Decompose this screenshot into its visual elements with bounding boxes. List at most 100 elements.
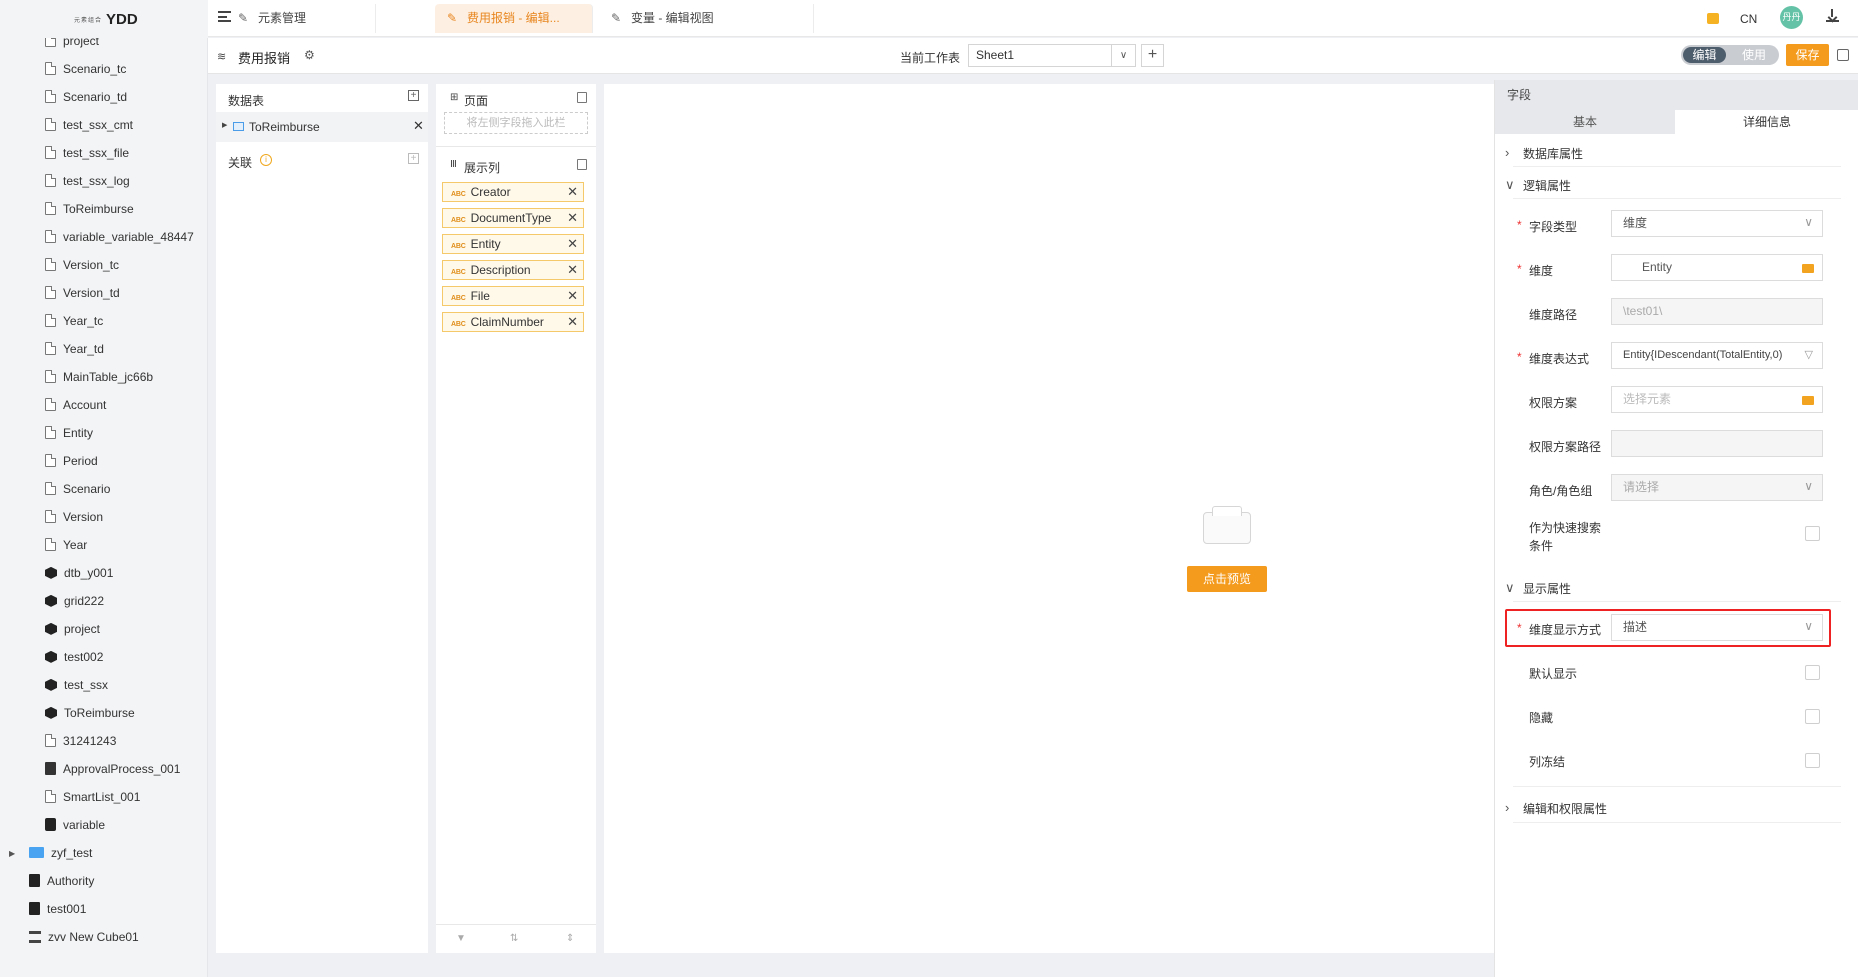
close-icon[interactable]: ✕ [567, 183, 578, 201]
folder-icon[interactable] [1802, 396, 1814, 405]
close-icon[interactable]: ✕ [567, 261, 578, 279]
close-icon[interactable]: ✕ [567, 287, 578, 305]
permission-path-input[interactable] [1611, 430, 1823, 457]
chevron-down-icon[interactable]: ∨ [1111, 45, 1135, 66]
page-settings-icon[interactable] [577, 92, 587, 103]
freeze-column-checkbox[interactable] [1805, 753, 1820, 768]
tree-item[interactable]: 31241243 [45, 728, 116, 754]
bag-icon[interactable] [1707, 13, 1719, 24]
tree-item[interactable]: Period [45, 448, 98, 474]
tree-item[interactable]: project [45, 616, 100, 642]
tree-item[interactable]: dtb_y001 [45, 560, 113, 586]
close-icon[interactable]: ✕ [567, 313, 578, 331]
file-icon [45, 90, 56, 104]
tree-item[interactable]: test001 [29, 896, 86, 922]
tree-item[interactable]: test_ssx [45, 672, 108, 698]
tree-item[interactable]: Scenario_tc [45, 56, 126, 82]
close-icon[interactable]: ✕ [567, 209, 578, 227]
role-select[interactable]: 请选择 ∨ [1611, 474, 1823, 501]
tab-basic[interactable]: 基本 [1495, 110, 1675, 134]
add-relation-icon[interactable]: + [408, 153, 419, 164]
caret-right-icon[interactable]: ▶ [222, 121, 227, 129]
clipboard-icon[interactable] [1837, 49, 1849, 61]
preview-button[interactable]: 点击预览 [1187, 566, 1267, 592]
tree-item[interactable]: zyf_test [29, 840, 92, 866]
tree-item[interactable]: test_ssx_log [45, 168, 130, 194]
sheet-select[interactable]: Sheet1 ∨ [968, 44, 1136, 67]
tree-item-label: test_ssx_file [63, 146, 130, 160]
tree-item[interactable]: Year_tc [45, 308, 103, 334]
save-button[interactable]: 保存 [1786, 44, 1829, 66]
tree-item[interactable]: ToReimburse [45, 700, 135, 726]
field-type-select[interactable]: 维度 ∨ [1611, 210, 1823, 237]
filter-icon[interactable]: ▼ [456, 933, 466, 944]
quick-search-checkbox[interactable] [1805, 526, 1820, 541]
tree-item[interactable]: Version_td [45, 280, 120, 306]
divider [1513, 166, 1841, 167]
tab-element-management[interactable]: ✎ 元素管理 [226, 4, 376, 33]
column-pill[interactable]: ABC Description ✕ [442, 260, 584, 280]
tree-item[interactable]: variable [45, 812, 105, 838]
tree-item[interactable]: Account [45, 392, 106, 418]
mode-edit[interactable]: 编辑 [1683, 47, 1726, 63]
columns-settings-icon[interactable] [577, 159, 587, 170]
tree-item[interactable]: Authority [29, 868, 94, 894]
mode-toggle[interactable]: 编辑 使用 [1681, 45, 1779, 65]
column-pill[interactable]: ABC ClaimNumber ✕ [442, 312, 584, 332]
tree-item[interactable]: Year_td [45, 336, 104, 362]
caret-right-icon[interactable]: ▶ [9, 849, 15, 858]
default-show-checkbox[interactable] [1805, 665, 1820, 680]
chevron-down-icon: ∨ [1505, 580, 1515, 595]
section-display-properties[interactable]: ∨ 显示属性 [1505, 580, 1571, 597]
tree-item[interactable]: test002 [45, 644, 103, 670]
dimension-input[interactable]: Entity [1611, 254, 1823, 281]
move-icon[interactable]: ⇕ [566, 933, 574, 944]
tree-item[interactable]: grid222 [45, 588, 104, 614]
permission-scheme-input[interactable]: 选择元素 [1611, 386, 1823, 413]
table-row[interactable]: ▶ ToReimburse ✕ [216, 112, 428, 142]
tab-variable-edit-view[interactable]: ✎ 变量 - 编辑视图 [599, 4, 814, 33]
section-edit-permission[interactable]: › 编辑和权限属性 [1505, 800, 1607, 817]
tree-item[interactable]: Scenario [45, 476, 110, 502]
tree-item[interactable]: Version_tc [45, 252, 119, 278]
section-logic-properties[interactable]: ∨ 逻辑属性 [1505, 177, 1571, 194]
hide-checkbox[interactable] [1805, 709, 1820, 724]
close-icon[interactable]: ✕ [567, 235, 578, 253]
tree-item[interactable]: test_ssx_file [45, 140, 129, 166]
gear-icon[interactable]: ⚙ [304, 48, 315, 62]
dimension-display-select[interactable]: 描述 ∨ [1611, 614, 1823, 641]
add-sheet-button[interactable]: + [1141, 44, 1164, 67]
dimension-path-input[interactable]: \test01\ [1611, 298, 1823, 325]
column-pill[interactable]: ABC DocumentType ✕ [442, 208, 584, 228]
sort-icon[interactable]: ⇅ [510, 933, 518, 944]
tree-item[interactable]: ApprovalProcess_001 [45, 756, 180, 782]
download-icon[interactable] [1826, 9, 1839, 22]
section-database-properties[interactable]: › 数据库属性 [1505, 145, 1583, 162]
tab-expense-edit[interactable]: ✎ 费用报销 - 编辑... [435, 4, 593, 33]
column-pill[interactable]: ABC Entity ✕ [442, 234, 584, 254]
add-table-icon[interactable]: + [408, 90, 419, 101]
column-pill-label: DocumentType [470, 211, 552, 225]
mode-use[interactable]: 使用 [1731, 45, 1777, 65]
column-pill[interactable]: ABC File ✕ [442, 286, 584, 306]
tree-item[interactable]: Scenario_td [45, 84, 127, 110]
tree-item[interactable]: Version [45, 504, 103, 530]
tree-item[interactable]: SmartList_001 [45, 784, 140, 810]
tree-item[interactable]: Year [45, 532, 87, 558]
avatar[interactable]: 丹丹 [1780, 6, 1803, 29]
tree-item[interactable]: zvv New Cube01 [29, 924, 139, 950]
folder-icon[interactable] [1802, 264, 1814, 273]
info-icon[interactable]: i [260, 154, 272, 166]
tree-item[interactable]: variable_variable_48447 [45, 224, 194, 250]
tree-item[interactable]: MainTable_jc66b [45, 364, 153, 390]
page-drop-zone[interactable]: 将左侧字段拖入此栏 [444, 112, 588, 134]
column-pill[interactable]: ABC Creator ✕ [442, 182, 584, 202]
tree-item[interactable]: Entity [45, 420, 93, 446]
dimension-expression-input[interactable]: Entity{IDescendant(TotalEntity,0) ▽ [1611, 342, 1823, 369]
tab-detail[interactable]: 详细信息 [1675, 110, 1858, 134]
remove-table-icon[interactable]: ✕ [413, 118, 424, 134]
tree-item[interactable]: ToReimburse [45, 196, 134, 222]
tree-item[interactable]: test_ssx_cmt [45, 112, 133, 138]
filter-icon[interactable]: ▽ [1805, 343, 1813, 368]
language-switch[interactable]: CN [1740, 8, 1757, 30]
